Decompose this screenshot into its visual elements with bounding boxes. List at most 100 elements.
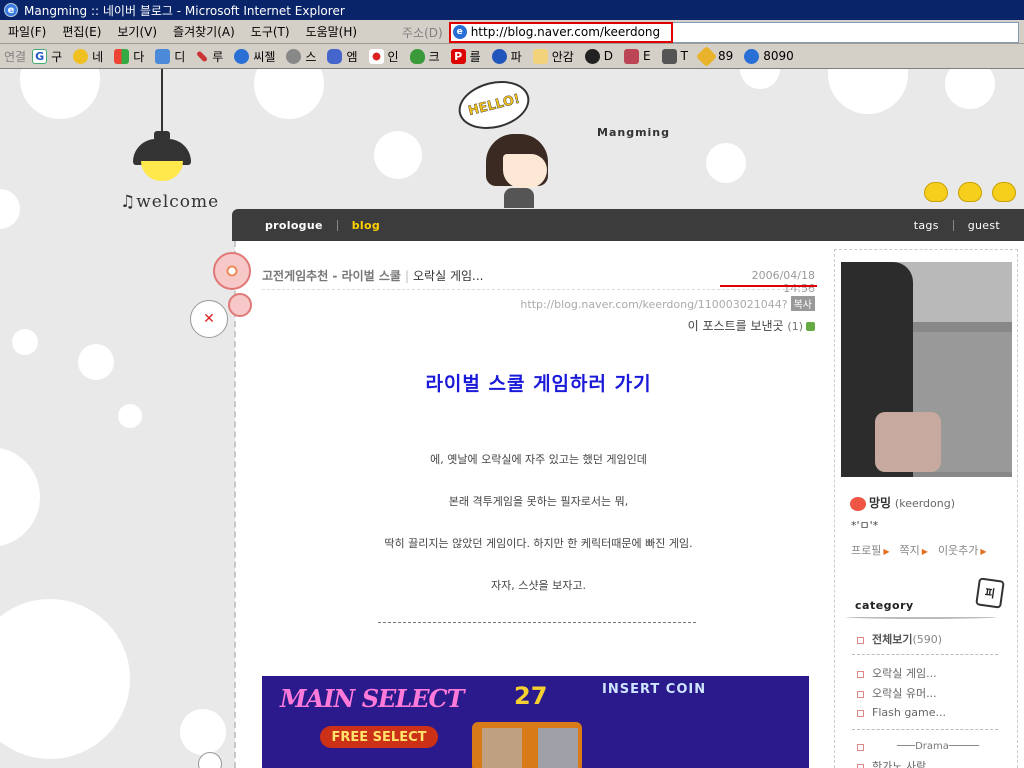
category-group-drama[interactable] [857,740,872,753]
character-portrait [538,728,578,768]
address-bar: 주소(D) e http://blog.naver.com/keerdong [402,20,1019,44]
background-dot [180,709,226,755]
link-item[interactable]: 엠 [327,48,358,65]
link-item[interactable]: 안감 [532,48,574,65]
background-dot [0,189,20,229]
address-url: http://blog.naver.com/keerdong [470,25,661,39]
background-dot [828,69,908,114]
link-item[interactable]: 89 [695,45,733,67]
background-dot [20,69,100,119]
address-input-extension[interactable] [672,21,1019,43]
link-item[interactable]: E [624,48,651,64]
category-divider [852,729,998,730]
nav-tags[interactable]: tags [914,219,939,232]
profile-name[interactable]: 망밍 [869,496,891,510]
blog-name[interactable]: Mangming [597,126,670,139]
date-highlight-underline [720,285,817,287]
menu-edit[interactable]: 편집(E) [54,20,109,44]
character-illustration [486,134,552,208]
link-item[interactable]: 스 [286,48,316,65]
profile-status: *'ㅁ'* [851,519,879,532]
send-label: 이 포스트를 보낸곳 [687,319,784,333]
send-count: (1) [787,320,803,333]
address-label: 주소(D) [402,25,443,40]
menu-tools[interactable]: 도구(T) [243,20,298,44]
link-item[interactable]: P를 [450,48,481,65]
link-item[interactable]: 인 [368,48,399,65]
category-item[interactable]: 전체보기(590) [857,631,942,647]
lamp-cord [161,69,163,133]
puzzle-icon [695,45,718,67]
insert-coin-text: INSERT COIN [602,682,707,697]
post-line-4: 자자, 스샷을 보자고. [491,579,586,592]
profile-link[interactable]: 프로필 ▶ [851,542,890,558]
blog-nav-bar: prologue blog tags guest [232,209,1024,241]
link-item[interactable]: 씨젤 [234,48,275,65]
lamp-icon [133,131,191,181]
add-neighbor-link[interactable]: 이웃추가 ▶ [938,542,987,558]
drama-group-label: ───Drama───── [897,741,979,752]
link-item[interactable]: 네 [73,48,103,65]
profile-links: 프로필 ▶ 쪽지 ▶ 이웃추가 ▶ [851,542,995,558]
category-item[interactable]: 오락실 게임... [857,665,937,681]
menu-help[interactable]: 도움말(H) [298,20,366,44]
category-item[interactable]: 오락실 유머... [857,685,937,701]
link-item[interactable]: 파 [491,48,522,65]
content-dashed-border [234,241,236,768]
hello-speech-bubble: HELLO! [453,73,535,137]
background-dot [12,329,38,355]
nav-prologue[interactable]: prologue [265,219,323,232]
background-dot [945,69,995,109]
address-input[interactable]: e http://blog.naver.com/keerdong [448,21,673,43]
nav-guest[interactable]: guest [968,219,1000,232]
category-item[interactable]: 한가노 사람 [857,758,926,768]
post-category[interactable]: 고전게임추천 - 라이벌 스쿨 [262,269,401,283]
flag-icon [368,48,384,64]
p-icon: P [450,48,466,64]
browser-window: e Mangming :: 네이버 블로그 - Microsoft Intern… [0,0,1024,768]
button-decoration-icon [213,252,251,290]
link-item[interactable]: 크 [409,48,440,65]
background-dot [118,404,142,428]
post-url[interactable]: http://blog.naver.com/keerdong/110003021… [520,298,787,311]
timer-text: 27 [514,682,548,710]
nav-blog[interactable]: blog [352,219,380,232]
post-line-2: 본래 격투게임을 못하는 필자로서는 뭐, [448,495,629,508]
link-item[interactable]: 디 [155,48,185,65]
link-item[interactable]: T [661,48,688,64]
category-item[interactable]: Flash game... [857,706,946,719]
category-title: category [855,599,914,612]
copy-url-button[interactable]: 복사 [790,296,815,311]
background-dot [78,344,114,380]
duck-icon [958,182,982,202]
post-line-3: 딱히 끌리지는 않았던 게임이다. 하지만 한 케릭터때문에 빠진 게임. [384,537,693,550]
ie-logo-icon: e [4,3,18,17]
message-link[interactable]: 쪽지 ▶ [900,542,928,558]
menu-favorites[interactable]: 즐겨찾기(A) [165,20,243,44]
face-icon [73,48,89,64]
menu-view[interactable]: 보기(V) [109,20,165,44]
globe-icon [491,48,507,64]
link-item[interactable]: 다 [114,48,144,65]
windows-icon [114,48,130,64]
background-dot [254,69,324,119]
title-divider [262,289,815,290]
duck-icon [924,182,948,202]
tv-icon [327,48,343,64]
cloud-icon [409,48,425,64]
expand-arrow-icon[interactable] [806,322,815,331]
links-label: 연결 [4,49,27,64]
link-item[interactable]: 루 [196,48,223,65]
game-link[interactable]: 라이벌 스쿨 게임하러 가기 [262,369,815,396]
google-icon: G [32,48,48,64]
folder-icon [532,48,548,64]
post-send-row[interactable]: 이 포스트를 보낸곳 (1) [502,317,815,334]
link-item[interactable]: G구 [32,48,62,65]
menu-file[interactable]: 파일(F) [0,20,54,44]
link-item[interactable]: D [584,48,613,64]
profile-emoji-icon [850,496,866,511]
button-decoration-icon [198,752,222,768]
post-date: 2006/04/18 14:56 [751,269,815,295]
tools-icon [196,49,209,63]
link-item[interactable]: 8090 [744,48,794,64]
